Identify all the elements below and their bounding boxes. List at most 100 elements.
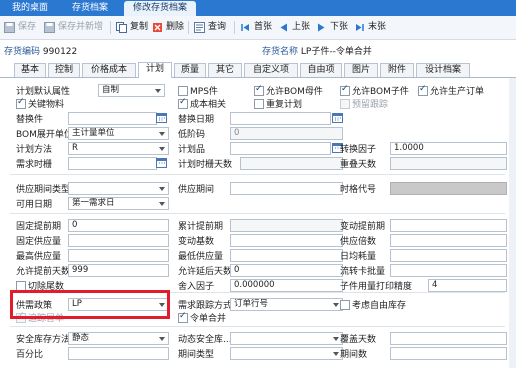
tab-quality[interactable]: 质量: [174, 63, 206, 77]
plan-fence-days-input[interactable]: [240, 157, 343, 170]
available-date-select[interactable]: 第一需求日: [68, 197, 169, 210]
tab-custom-items[interactable]: 自定义项: [244, 63, 298, 77]
period-count-input[interactable]: [390, 347, 507, 360]
plan-default-attr-select[interactable]: 自制: [98, 84, 165, 97]
fixed-supply-input[interactable]: [68, 234, 169, 247]
fixed-lead-label: 固定提前期: [16, 222, 62, 232]
save-and-new-button[interactable]: 保存并新增: [44, 20, 103, 35]
toolbar: 保存 保存并新增 复制 删除 查询 首张 上张 下张 末张: [0, 16, 516, 40]
percent-input[interactable]: [68, 347, 169, 360]
tab-design-archive[interactable]: 设计档案: [416, 63, 470, 77]
child-print-precision-input[interactable]: 4: [428, 279, 507, 292]
tab-free-items[interactable]: 自由项: [300, 63, 342, 77]
allow-bom-parent-label: 允许BOM母件: [266, 87, 323, 97]
key-material-label: 关键物料: [28, 100, 65, 110]
daily-output-label: 日均耗量: [340, 252, 377, 262]
demand-fence-input[interactable]: [68, 157, 157, 170]
inventory-code: 存货编码 990122: [4, 44, 77, 57]
allow-delay-days-input[interactable]: 0: [230, 264, 343, 277]
tab-edit-inventory-archive[interactable]: 修改存货档案: [124, 1, 196, 16]
replace-part-input[interactable]: [68, 112, 157, 125]
lookup-icon[interactable]: [156, 157, 167, 168]
cover-days-input[interactable]: [390, 332, 507, 345]
supply-period-input[interactable]: [230, 182, 343, 195]
repeat-days-input[interactable]: [390, 157, 507, 170]
supply-multiple-input[interactable]: [390, 234, 507, 247]
tab-price-cost[interactable]: 价格成本: [82, 63, 136, 77]
reschedule-checkbox[interactable]: [254, 99, 264, 109]
tab-attachments[interactable]: 附件: [380, 63, 414, 77]
section-divider: [10, 174, 505, 175]
round-factor-input[interactable]: 0.000000: [230, 279, 343, 292]
low-level-label: 低阶码: [178, 130, 206, 140]
calendar-icon[interactable]: [332, 112, 343, 123]
max-supply-input[interactable]: [68, 249, 169, 262]
toolbar-divider: [188, 21, 189, 34]
copy-label: 复制: [130, 22, 149, 32]
dyn-safety-select[interactable]: [230, 332, 343, 345]
min-supply-input[interactable]: [230, 249, 343, 262]
supply-period-type-select[interactable]: [68, 182, 169, 195]
vertical-scrollbar[interactable]: [509, 78, 516, 368]
fixed-supply-label: 固定供应量: [16, 237, 62, 247]
var-lead-input[interactable]: [390, 219, 507, 232]
key-material-checkbox[interactable]: [16, 97, 26, 109]
tab-basic[interactable]: 基本: [14, 63, 46, 77]
allow-early-days-input[interactable]: 999: [68, 264, 169, 277]
daily-output-input[interactable]: [390, 249, 507, 262]
safety-method-select[interactable]: 静态: [68, 332, 169, 345]
inventory-name-label: 存货名称: [262, 47, 299, 57]
lp-merge-checkbox[interactable]: [178, 311, 188, 323]
fixed-lead-input[interactable]: 0: [68, 219, 169, 232]
last-button[interactable]: 末张: [354, 20, 386, 35]
plan-method-select[interactable]: R: [68, 142, 169, 155]
next-button[interactable]: 下张: [316, 20, 348, 35]
var-base-input[interactable]: [230, 234, 343, 247]
save-button[interactable]: 保存: [4, 20, 36, 35]
next-label: 下张: [330, 22, 349, 32]
tab-control[interactable]: 控制: [48, 63, 80, 77]
tab-inventory-archive[interactable]: 存货档案: [66, 1, 114, 16]
safety-method-label: 安全库存方法: [16, 335, 71, 345]
highlight-box: [10, 290, 170, 319]
delete-icon: [153, 23, 162, 32]
next-arrow-icon: [318, 23, 325, 32]
save-label: 保存: [18, 22, 37, 32]
copy-button[interactable]: 复制: [116, 20, 148, 35]
first-button[interactable]: 首张: [240, 20, 272, 35]
pre-alloc-checkbox[interactable]: [340, 99, 350, 109]
consider-free-stock-checkbox[interactable]: [340, 300, 350, 310]
tab-plan[interactable]: 计划: [138, 62, 172, 78]
tab-my-desktop[interactable]: 我的桌面: [4, 1, 56, 16]
tab-images[interactable]: 图片: [344, 63, 378, 77]
allow-bom-child-checkbox[interactable]: [340, 84, 350, 96]
section-divider: [10, 213, 505, 214]
mps-checkbox[interactable]: [178, 86, 188, 96]
replace-date-input[interactable]: [230, 112, 331, 125]
query-button[interactable]: 查询: [194, 20, 226, 35]
cost-related-label: 成本相关: [190, 100, 227, 110]
flow-card-input[interactable]: [390, 264, 507, 277]
conv-factor-input[interactable]: 1.0000: [390, 142, 507, 155]
low-level-input[interactable]: 0: [230, 127, 343, 140]
time-bucket-input[interactable]: [390, 182, 507, 195]
cum-lead-input[interactable]: [230, 219, 343, 232]
bom-expand-select[interactable]: 主计量单位: [68, 127, 169, 140]
replace-date-label: 替换日期: [178, 115, 215, 125]
inventory-name-value: LP子件--令单合并: [300, 47, 372, 57]
cum-lead-label: 累计提前期: [178, 222, 224, 232]
period-type-select[interactable]: [230, 347, 343, 360]
prev-button[interactable]: 上张: [278, 20, 310, 35]
cover-days-label: 覆盖天数: [340, 335, 377, 345]
allow-produce-order-checkbox[interactable]: [418, 84, 428, 96]
delete-button[interactable]: 删除: [152, 20, 184, 35]
cost-related-checkbox[interactable]: [178, 97, 188, 109]
last-label: 末张: [368, 22, 387, 32]
conv-factor-label: 转换因子: [340, 145, 377, 155]
plan-item-input[interactable]: [230, 142, 331, 155]
tab-other[interactable]: 其它: [208, 63, 242, 77]
demand-track-select[interactable]: 订单行号: [230, 298, 343, 311]
calendar-icon[interactable]: [156, 112, 167, 123]
allow-bom-parent-checkbox[interactable]: [254, 84, 264, 96]
plan-default-attr-label: 计划默认属性: [16, 87, 71, 97]
